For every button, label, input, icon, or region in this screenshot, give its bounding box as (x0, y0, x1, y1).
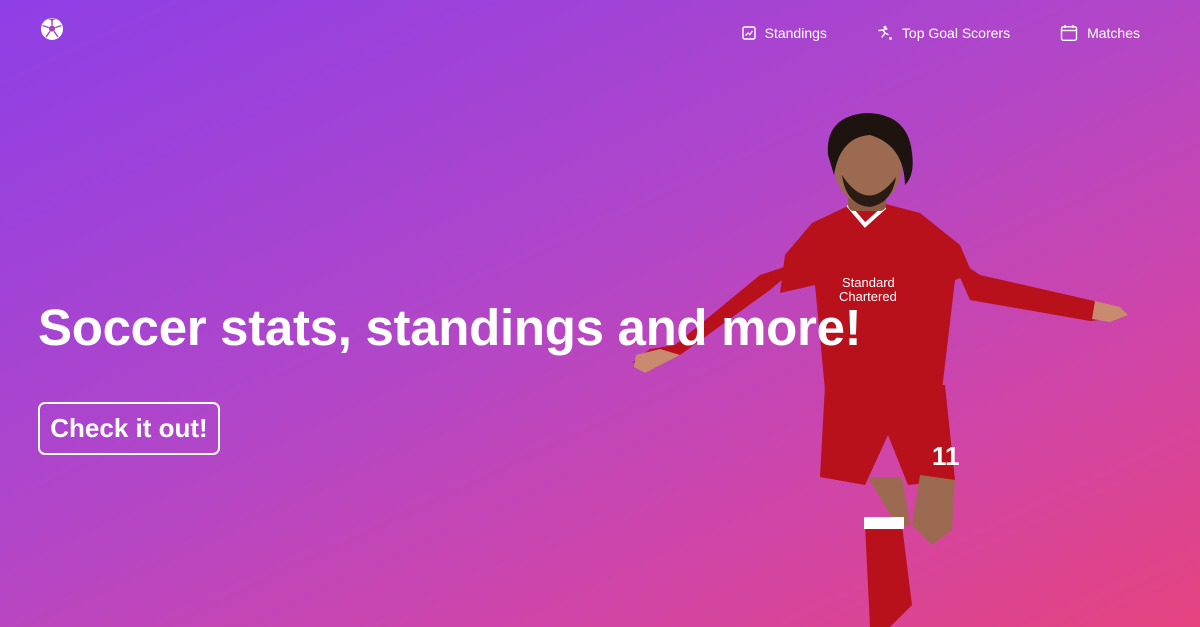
main-nav: Standings Top Goal Scorers Matches (741, 22, 1140, 44)
hero-player-image: Standard Chartered 11 (620, 105, 1140, 627)
nav-standings-label: Standings (764, 25, 827, 41)
nav-matches[interactable]: Matches (1060, 22, 1140, 44)
nav-top-goal-scorers-label: Top Goal Scorers (901, 25, 1011, 41)
nav-matches-label: Matches (1087, 25, 1140, 41)
hero-title: Soccer stats, standings and more! (38, 299, 862, 356)
check-it-out-button[interactable]: Check it out! (38, 402, 220, 455)
chart-icon (741, 26, 756, 40)
shorts-number: 11 (932, 441, 960, 471)
calendar-icon (1060, 24, 1078, 42)
soccer-ball-logo-icon[interactable] (40, 17, 64, 41)
nav-top-goal-scorers[interactable]: Top Goal Scorers (877, 22, 1010, 44)
shirt-sponsor-line-1: Standard (842, 275, 895, 290)
kick-icon (877, 25, 893, 41)
nav-standings[interactable]: Standings (741, 22, 827, 44)
